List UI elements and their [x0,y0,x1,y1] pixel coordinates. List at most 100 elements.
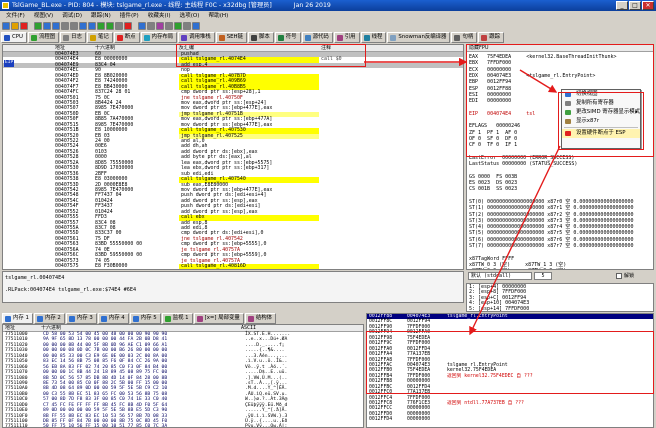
context-menu-item-4[interactable]: 设置硬件断点于 ESP [562,129,640,138]
tab-10[interactable]: 源代码 [301,32,333,43]
menu-item-2[interactable]: 调试(D) [62,11,82,21]
col-comment: 注释 [321,45,332,51]
simd-icon [565,110,571,115]
dump-tab-1[interactable]: 内存 2 [33,313,65,324]
dump-tab-4[interactable]: 内存 5 [129,313,161,324]
maximize-button[interactable]: □ [629,1,641,10]
run-icon[interactable] [34,22,42,30]
context-menu-item-3[interactable]: 显示x87r [562,117,640,126]
menu-item-4[interactable]: 插件(P) [120,11,139,21]
memory-icon [100,315,107,322]
tab-13[interactable]: Snowman反编译器 [387,32,451,43]
menu-item-3[interactable]: 跟踪(N) [91,11,111,21]
animate-into-icon[interactable] [106,22,114,30]
context-menu-item-2[interactable]: 更改SIMD 寄存器显示模式 ▸ [562,108,640,117]
tab-label: 句柄 [462,34,474,40]
menu-item-1[interactable]: 视图(V) [34,11,53,21]
tab-9[interactable]: 符号 [274,32,301,43]
register-line[interactable]: LastStatus 00000000 (STATUS_SUCCESS) [469,161,577,167]
tab-5[interactable]: 内存布局 [140,32,178,43]
register-line[interactable]: ST(7) 0000000000000000000 x87r7 空 0.0000… [469,243,634,249]
args-count-spinner[interactable]: 5 [534,272,552,280]
dump-tab-6[interactable]: [x=] 局部变量 [193,313,244,324]
minimize-button[interactable]: _ [616,1,628,10]
tab-12[interactable]: 线程 [360,32,387,43]
context-menu-label: 显示x87r [576,118,600,124]
tab-label: CPU [12,34,23,40]
dump-tab-bar: 内存 1 内存 2 内存 3 内存 4 内存 5 监视 1 [x=] 局部变量 结构体 [0,313,400,324]
tab-14[interactable]: 句柄 [451,32,478,43]
labels-icon[interactable] [156,22,164,30]
step-into-icon[interactable] [52,22,60,30]
symbols-icon [277,34,284,41]
restart-icon[interactable] [11,22,19,30]
dump-tab-2[interactable]: 内存 3 [65,313,97,324]
context-menu-item-1[interactable]: 复制所有寄存器 [562,99,640,108]
tab-4[interactable]: 断点 [113,32,140,43]
submenu-arrow-icon: ▸ [635,109,638,115]
dump-tab-5[interactable]: 监视 1 [161,313,193,324]
notes-icon [89,34,96,41]
step-over-icon[interactable] [61,22,69,30]
tab-2[interactable]: 日志 [60,32,86,43]
tab-7[interactable]: SEH链 [215,32,247,43]
unlock-checkbox[interactable] [616,273,622,279]
register-line[interactable]: EDI 00000000 [469,98,511,104]
disassembly-panel[interactable]: 地址 十六进制 反汇编 注释 004074E3 60 pushad 004074E4 E… [2,44,464,270]
settings-icon[interactable] [192,22,200,30]
open-icon[interactable] [2,22,10,30]
register-line[interactable]: x87TW_2 3 (空) x87TW_3 3 (空) [469,268,566,269]
bookmarks-icon[interactable] [165,22,173,30]
tab-1[interactable]: 流程图 [27,32,60,43]
argument-row: 5: [esp+14] 7FFDF000 [469,305,530,312]
menu-item-5[interactable]: 收藏夹(I) [148,11,171,21]
run-to-user-code-icon[interactable] [97,22,105,30]
disasm-row[interactable]: 0040757A 8D7437 04 lea esi,dword ptr ds:[e… [55,269,275,270]
context-menu-label: 切换视图 [576,91,598,97]
trace-into-icon[interactable] [70,22,78,30]
snowman-icon [390,34,397,41]
tab-0[interactable]: CPU [1,32,27,43]
dump-tab-3[interactable]: 内存 4 [97,313,129,324]
dump-col-address: 地址 [5,325,16,331]
dump-row[interactable]: 77511110 50 FF 75 10 56 FF 15 00 10 51 77… [3,424,363,427]
variable-icon [247,315,254,322]
close-debug-icon[interactable] [20,22,28,30]
tab-3[interactable]: 笔记 [86,32,113,43]
tab-label: SEH链 [226,34,243,40]
menu-item-7[interactable]: 帮助(H) [209,11,229,21]
pause-icon[interactable] [43,22,51,30]
stack-a: 0012FFD4 [369,417,393,423]
menu-bar: 文件(F) 视图(V) 调试(D) 跟踪(N) 插件(P) 收藏夹(I) 选项(O) 帮助(H… [0,11,656,21]
register-line[interactable]: EIP 004074E4 tsl [469,111,535,117]
close-button[interactable]: ✕ [642,1,654,10]
comments-icon[interactable] [147,22,155,30]
stack-panel[interactable]: 0012FF88 004074E3 tslgame_rl.EntryPoint 001… [366,313,654,428]
callconv-select[interactable]: 默认 (stdcall) [468,272,532,280]
register-line[interactable]: CS 001B SS 0023 [469,186,517,192]
patches-icon[interactable] [138,22,146,30]
dump-tab-7[interactable]: 结构体 [244,313,277,324]
tab-label: 断点 [124,34,136,40]
tab-15[interactable]: 跟踪 [478,32,505,43]
menu-item-6[interactable]: 选项(O) [180,11,200,21]
tab-11[interactable]: 引用 [333,32,360,43]
trace-over-icon[interactable] [79,22,87,30]
stack-row[interactable]: 0012FFD4 00000000 [367,417,653,422]
registers-panel[interactable]: 隐藏FPU EAX 75F4EDEA <kernel32.BaseThreadI… [466,44,654,270]
tab-label: 跟踪 [489,34,501,40]
memory-dump-panel[interactable]: 地址 十六进制 ASCII 77511000 CD 58 00 53 54 00 … [2,324,364,428]
stop-icon[interactable] [124,22,132,30]
execute-till-return-icon[interactable] [88,22,96,30]
dump-tab-0[interactable]: 内存 1 [2,313,33,324]
hide-fpu-toggle[interactable]: 隐藏FPU [467,45,653,52]
register-line[interactable]: CF 0 TF 0 IF 1 [469,142,517,148]
menu-item-0[interactable]: 文件(F) [6,11,25,21]
tab-6[interactable]: 调用堆栈 [178,32,215,43]
functions-icon[interactable] [174,22,182,30]
tab-8[interactable]: 脚本 [247,32,274,43]
copy-icon [565,101,571,106]
script-icon[interactable] [183,22,191,30]
animate-over-icon[interactable] [115,22,123,30]
context-menu-item-0[interactable]: 切换视图 [562,90,640,99]
